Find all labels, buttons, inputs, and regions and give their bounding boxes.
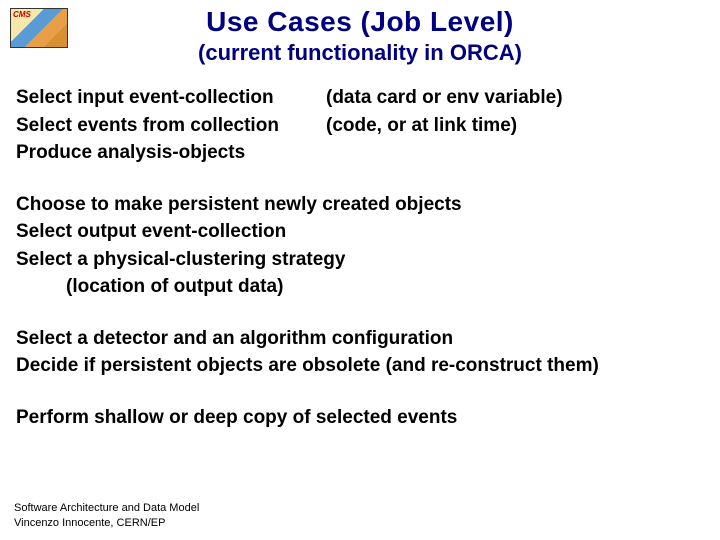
block-4: Perform shallow or deep copy of selected… (16, 404, 704, 432)
row-1-right: (data card or env variable) (326, 84, 704, 112)
block-1: Select input event-collection (data card… (16, 84, 704, 167)
slide-title: Use Cases (Job Level) (0, 6, 720, 38)
b2-l2: Select output event-collection (16, 218, 704, 246)
b3-l1: Select a detector and an algorithm confi… (16, 325, 704, 353)
slide-footer: Software Architecture and Data Model Vin… (14, 501, 199, 530)
slide-body: Select input event-collection (data card… (0, 66, 720, 431)
footer-line-1: Software Architecture and Data Model (14, 501, 199, 515)
cms-logo: CMS (10, 8, 68, 48)
row-2: Select events from collection (code, or … (16, 112, 704, 140)
row-3: Produce analysis-objects (16, 139, 704, 167)
slide-subtitle: (current functionality in ORCA) (0, 40, 720, 66)
block-3: Select a detector and an algorithm confi… (16, 325, 704, 380)
b2-l4: (location of output data) (16, 273, 704, 301)
b2-l3: Select a physical-clustering strategy (16, 246, 704, 274)
block-2: Choose to make persistent newly created … (16, 191, 704, 301)
row-1: Select input event-collection (data card… (16, 84, 704, 112)
logo-label: CMS (13, 10, 31, 19)
row-1-left: Select input event-collection (16, 84, 326, 112)
b2-l1: Choose to make persistent newly created … (16, 191, 704, 219)
row-2-left: Select events from collection (16, 112, 326, 140)
row-3-left: Produce analysis-objects (16, 139, 326, 167)
footer-line-2: Vincenzo Innocente, CERN/EP (14, 516, 199, 530)
row-2-right: (code, or at link time) (326, 112, 704, 140)
b3-l2: Decide if persistent objects are obsolet… (16, 352, 704, 380)
b4-l1: Perform shallow or deep copy of selected… (16, 404, 704, 432)
slide-header: Use Cases (Job Level) (current functiona… (0, 0, 720, 66)
